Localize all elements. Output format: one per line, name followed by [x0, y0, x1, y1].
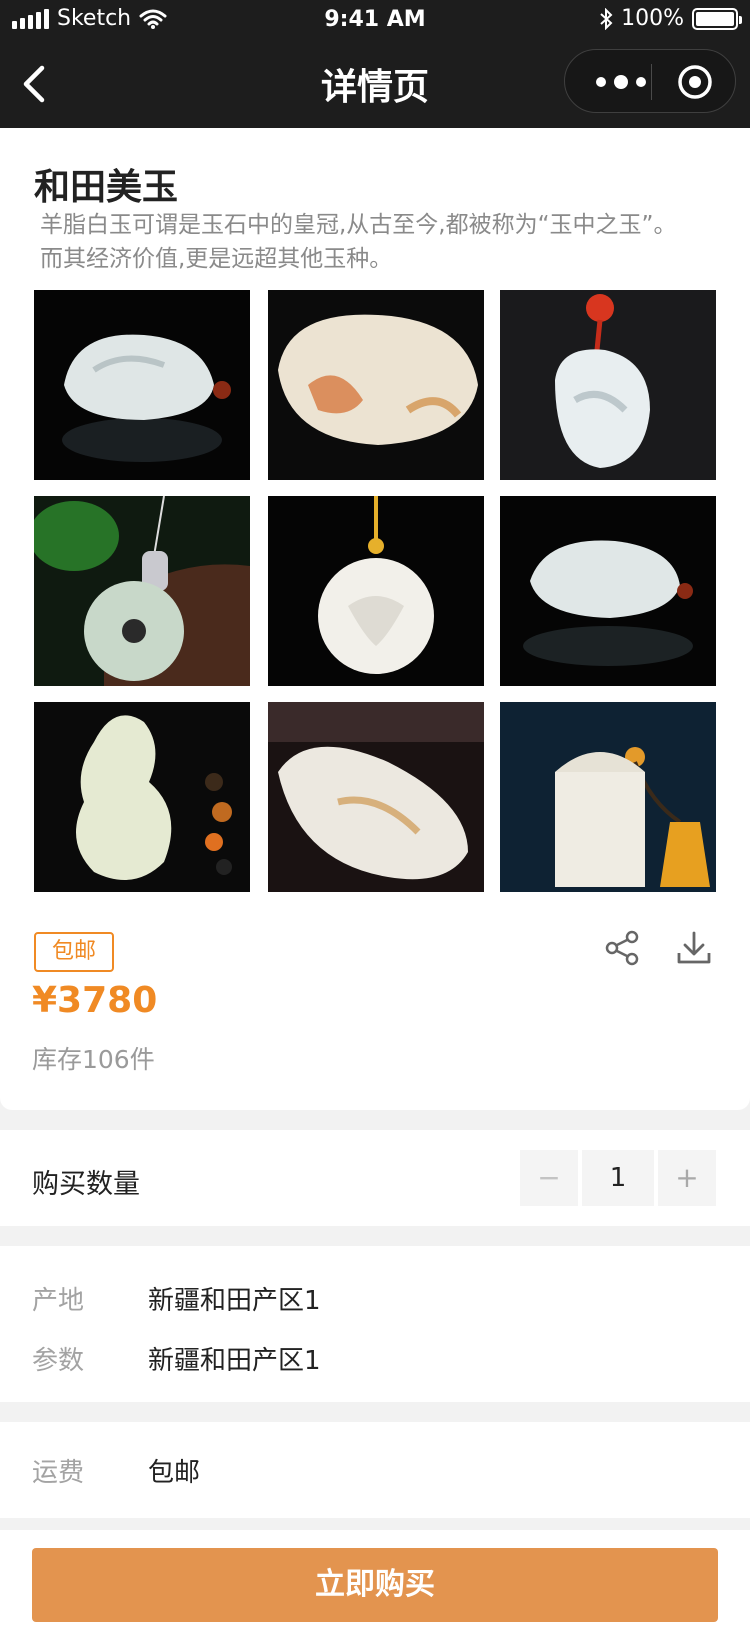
- share-icon[interactable]: [604, 930, 640, 966]
- battery-percent: 100%: [621, 6, 684, 31]
- increment-button[interactable]: +: [658, 1150, 716, 1206]
- stock-count: 库存106件: [32, 1045, 155, 1074]
- close-mini-program-icon[interactable]: [677, 64, 713, 100]
- product-image[interactable]: [34, 702, 250, 892]
- top-bar: Sketch 9:41 AM 100% 详情页: [0, 0, 750, 128]
- navigation-bar: 详情页: [0, 40, 750, 128]
- product-image[interactable]: [268, 702, 484, 892]
- status-right: 100%: [599, 6, 742, 31]
- free-shipping-badge: 包邮: [34, 932, 114, 972]
- product-image[interactable]: [34, 496, 250, 686]
- spec-value: 新疆和田产区1: [148, 1286, 321, 1316]
- product-image[interactable]: [500, 496, 716, 686]
- product-image[interactable]: [500, 702, 716, 892]
- product-image[interactable]: [34, 290, 250, 480]
- mini-program-capsule: [564, 49, 736, 113]
- quantity-section: 购买数量 − 1 +: [0, 1130, 750, 1226]
- quantity-stepper: − 1 +: [520, 1150, 716, 1206]
- product-image[interactable]: [500, 290, 716, 480]
- product-description: 羊脂白玉可谓是玉石中的皇冠,从古至今,都被称为“玉中之玉”。而其经济价值,更是远…: [40, 212, 677, 272]
- buy-now-button[interactable]: 立即购买: [32, 1548, 718, 1622]
- shipping-section: 运费 包邮: [0, 1422, 750, 1518]
- price: ¥3780: [32, 980, 158, 1021]
- spec-key: 参数: [32, 1346, 85, 1376]
- product-title: 和田美玉: [34, 167, 179, 208]
- spec-key: 产地: [32, 1286, 85, 1316]
- quantity-value[interactable]: 1: [582, 1150, 654, 1206]
- download-icon[interactable]: [676, 930, 712, 966]
- specs-section: 产地 新疆和田产区1 参数 新疆和田产区1: [0, 1246, 750, 1402]
- shipping-value: 包邮: [148, 1458, 201, 1488]
- decrement-button[interactable]: −: [520, 1150, 578, 1206]
- battery-icon: [692, 7, 742, 30]
- spec-value: 新疆和田产区1: [148, 1346, 321, 1376]
- capsule-divider: [651, 64, 652, 100]
- product-card: 和田美玉 羊脂白玉可谓是玉石中的皇冠,从古至今,都被称为“玉中之玉”。而其经济价…: [0, 128, 750, 1110]
- quantity-label: 购买数量: [32, 1169, 140, 1200]
- shipping-key: 运费: [32, 1458, 85, 1488]
- product-image[interactable]: [268, 496, 484, 686]
- more-options-icon[interactable]: [591, 72, 651, 92]
- status-bar: Sketch 9:41 AM 100%: [0, 0, 750, 40]
- bluetooth-icon: [600, 7, 613, 30]
- product-image[interactable]: [268, 290, 484, 480]
